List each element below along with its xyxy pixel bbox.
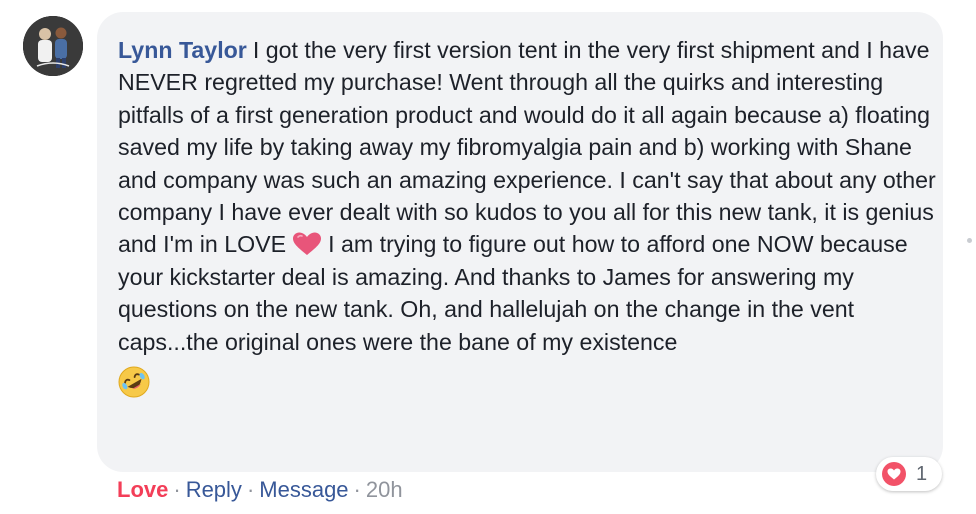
reaction-count: 1 bbox=[916, 462, 928, 485]
separator-dot: · bbox=[173, 477, 181, 502]
rolling-on-floor-laughing-icon bbox=[118, 366, 150, 398]
comment-author-link[interactable]: Lynn Taylor bbox=[118, 37, 247, 63]
comment-body: Lynn Taylor I got the very first version … bbox=[118, 34, 938, 358]
comment-actions: Love · Reply · Message · 20h bbox=[117, 476, 403, 504]
separator-dot: · bbox=[353, 477, 361, 502]
reply-button[interactable]: Reply bbox=[186, 477, 242, 502]
reaction-summary[interactable]: 1 bbox=[876, 457, 942, 491]
comment-bubble: Lynn Taylor I got the very first version … bbox=[97, 12, 943, 472]
scroll-indicator-dot bbox=[967, 238, 972, 243]
heart-icon bbox=[882, 462, 906, 486]
love-reaction-button[interactable]: Love bbox=[117, 477, 168, 502]
comment-timestamp[interactable]: 20h bbox=[366, 477, 403, 502]
avatar-photo-icon bbox=[23, 16, 83, 76]
comment-container: Lynn Taylor I got the very first version … bbox=[0, 0, 976, 514]
heart-emoji-icon bbox=[292, 232, 322, 256]
separator-dot: · bbox=[246, 477, 255, 502]
comment-text-part1: I got the very first version tent in the… bbox=[118, 37, 936, 258]
message-button[interactable]: Message bbox=[259, 477, 348, 502]
avatar[interactable] bbox=[23, 16, 83, 76]
